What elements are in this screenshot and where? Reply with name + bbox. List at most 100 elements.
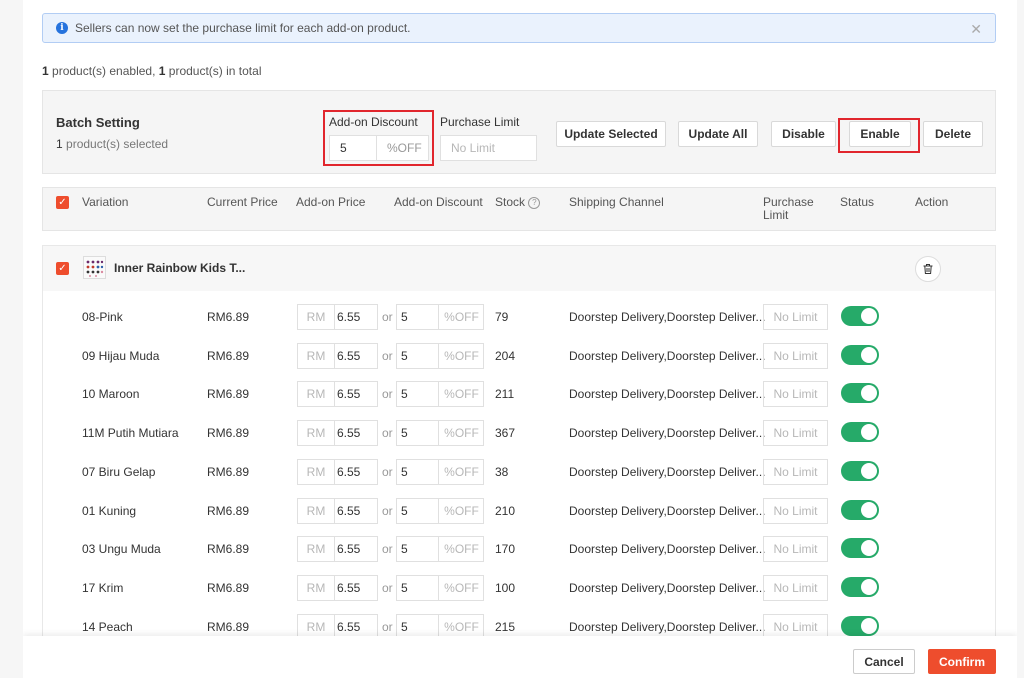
disable-button[interactable]: Disable — [771, 121, 836, 147]
enabled-count: 1 — [42, 64, 49, 78]
addon-discount-value: 5 — [401, 542, 408, 557]
addon-discount-value: 5 — [401, 387, 408, 402]
addon-discount-input[interactable]: 5 %OFF — [396, 342, 484, 369]
info-banner: i Sellers can now set the purchase limit… — [42, 13, 996, 43]
delete-button[interactable]: Delete — [923, 121, 983, 147]
or-separator: or — [382, 387, 393, 402]
stock-value: 211 — [495, 387, 515, 402]
addon-price-input[interactable]: RM 6.55 — [297, 381, 378, 408]
table-row: 09 Hijau Muda RM6.89 RM 6.55 or 5 %OFF 204 Doors… — [43, 342, 995, 381]
close-icon[interactable]: ✕ — [970, 21, 982, 38]
toggle-knob — [861, 501, 877, 518]
header-action: Action — [915, 195, 949, 209]
toggle-knob — [861, 578, 877, 595]
toggle-knob — [861, 346, 877, 363]
currency-prefix: RM — [298, 382, 335, 407]
discount-suffix: %OFF — [438, 421, 484, 446]
status-toggle[interactable] — [841, 538, 879, 559]
addon-discount-input[interactable]: 5 %OFF — [396, 458, 484, 485]
addon-discount-value: 5 — [401, 503, 408, 518]
addon-price-value: 6.55 — [337, 503, 361, 518]
addon-discount-input[interactable]: 5 %OFF — [396, 420, 484, 447]
purchase-limit-input[interactable]: No Limit — [763, 536, 828, 563]
status-toggle[interactable] — [841, 344, 879, 365]
addon-price-value: 6.55 — [337, 619, 361, 634]
addon-discount-input[interactable]: 5 %OFF — [396, 304, 484, 330]
table-row: 03 Ungu Muda RM6.89 RM 6.55 or 5 %OFF 170 Doorst… — [43, 536, 995, 574]
discount-suffix: %OFF — [438, 343, 484, 368]
question-icon[interactable]: ? — [528, 197, 541, 209]
addon-price-input[interactable]: RM 6.55 — [297, 420, 378, 447]
variation-name: 14 Peach — [82, 619, 133, 634]
footer-bar: Cancel Confirm — [23, 636, 1017, 678]
addon-discount-input[interactable]: 5 %OFF — [396, 536, 484, 563]
purchase-limit-input[interactable]: No Limit — [763, 342, 828, 369]
purchase-limit-input[interactable]: No Limit — [763, 458, 828, 485]
currency-prefix: RM — [298, 537, 335, 562]
batch-setting-panel: Batch Setting 1 product(s) selected Add-… — [42, 90, 996, 174]
addon-price-input[interactable]: RM 6.55 — [297, 536, 378, 563]
purchase-limit-input[interactable]: No Limit — [763, 497, 828, 524]
header-variation: Variation — [82, 195, 129, 209]
update-selected-button[interactable]: Update Selected — [556, 121, 666, 147]
discount-suffix: %OFF — [438, 537, 484, 562]
shipping-channel: Doorstep Delivery,Doorstep Deliver... — [569, 503, 766, 518]
batch-limit-input[interactable]: No Limit — [440, 135, 537, 161]
status-toggle[interactable] — [841, 383, 879, 404]
or-separator: or — [382, 348, 393, 363]
discount-suffix: %OFF — [438, 305, 484, 329]
addon-discount-input[interactable]: 5 %OFF — [396, 381, 484, 408]
status-toggle[interactable] — [841, 422, 879, 443]
batch-discount-label: Add-on Discount — [329, 115, 418, 129]
batch-discount-suffix: %OFF — [376, 136, 422, 160]
stock-value: 215 — [495, 619, 516, 634]
batch-title: Batch Setting — [56, 115, 140, 130]
stock-value: 367 — [495, 426, 516, 441]
purchase-limit-input[interactable]: No Limit — [763, 381, 828, 408]
addon-discount-input[interactable]: 5 %OFF — [396, 497, 484, 524]
addon-price-input[interactable]: RM 6.55 — [297, 497, 378, 524]
toggle-knob — [861, 540, 877, 557]
trash-icon[interactable] — [915, 256, 941, 282]
toggle-knob — [861, 424, 877, 441]
addon-discount-value: 5 — [401, 619, 408, 634]
stock-value: 100 — [495, 580, 516, 595]
addon-discount-value: 5 — [401, 348, 408, 363]
update-all-button[interactable]: Update All — [678, 121, 758, 147]
purchase-limit-input[interactable]: No Limit — [763, 304, 828, 330]
product-summary: 1 product(s) enabled, 1 product(s) in to… — [42, 64, 261, 78]
addon-price-input[interactable]: RM 6.55 — [297, 342, 378, 369]
stock-value: 38 — [495, 464, 509, 479]
or-separator: or — [382, 503, 393, 518]
product-thumbnail — [83, 256, 106, 279]
purchase-limit-input[interactable]: No Limit — [763, 420, 828, 447]
status-toggle[interactable] — [841, 499, 879, 520]
shipping-channel: Doorstep Delivery,Doorstep Deliver... — [569, 542, 766, 557]
addon-discount-value: 5 — [401, 426, 408, 441]
addon-discount-input[interactable]: 5 %OFF — [396, 574, 484, 601]
confirm-button[interactable]: Confirm — [928, 649, 996, 674]
status-toggle[interactable] — [841, 460, 879, 481]
variation-name: 08-Pink — [82, 310, 123, 324]
enabled-text: product(s) enabled, — [48, 64, 159, 78]
purchase-limit-input[interactable]: No Limit — [763, 574, 828, 601]
product-checkbox[interactable]: ✓ — [56, 262, 69, 275]
addon-price-input[interactable]: RM 6.55 — [297, 304, 378, 330]
or-separator: or — [382, 310, 393, 324]
current-price: RM6.89 — [207, 426, 250, 441]
status-toggle[interactable] — [841, 576, 879, 597]
selected-text: product(s) selected — [62, 137, 169, 151]
status-toggle[interactable] — [841, 615, 879, 636]
addon-price-input[interactable]: RM 6.55 — [297, 574, 378, 601]
table-header: ✓ Variation Current Price Add-on Price A… — [42, 187, 996, 231]
variation-name: 01 Kuning — [82, 503, 137, 518]
toggle-knob — [861, 385, 877, 402]
enable-button[interactable]: Enable — [849, 121, 911, 147]
addon-discount-value: 5 — [401, 464, 408, 479]
status-toggle[interactable] — [841, 306, 879, 326]
header-stock-label: Stock — [495, 195, 526, 209]
batch-discount-input[interactable]: 5 %OFF — [329, 135, 429, 161]
cancel-button[interactable]: Cancel — [853, 649, 915, 674]
addon-price-input[interactable]: RM 6.55 — [297, 458, 378, 485]
select-all-checkbox[interactable]: ✓ — [56, 196, 69, 209]
